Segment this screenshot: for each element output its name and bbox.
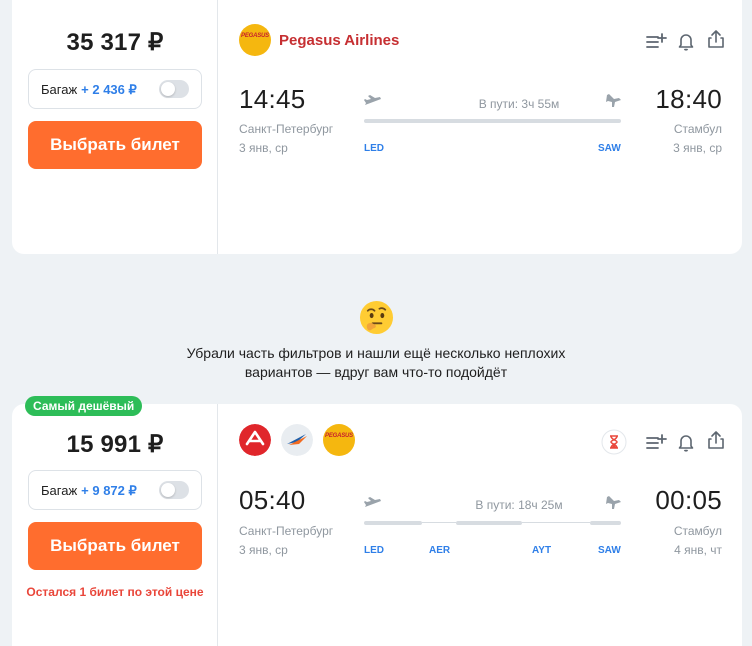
pegasus-logo: PEGASUS <box>323 424 355 456</box>
departure-time: 14:45 <box>239 84 306 114</box>
select-ticket-button[interactable]: Выбрать билет <box>28 522 202 570</box>
departure-airport-code: LED <box>364 143 384 154</box>
hourglass-icon <box>601 429 627 455</box>
offer-price-panel: 15 991 ₽ Багаж + 9 872 ₽ Выбрать билет Ос… <box>12 404 218 646</box>
flight-details: PEGASUS Pegasus Airlines 14:45 18:40 Сан… <box>219 0 742 254</box>
red-wings-logo <box>239 424 271 456</box>
layover-gap <box>522 522 590 523</box>
flight-details: PEGASUS 05:40 00:05 Санкт-Петербург Стам… <box>219 404 742 646</box>
bell-icon[interactable] <box>675 30 697 52</box>
baggage-option[interactable]: Багаж + 2 436 ₽ <box>28 69 202 109</box>
baggage-option[interactable]: Багаж + 9 872 ₽ <box>28 470 202 510</box>
tickets-remaining-warning: Остался 1 билет по этой цене <box>26 585 204 599</box>
arrival-time: 00:05 <box>655 485 722 515</box>
offer-card-1: 35 317 ₽ Багаж + 2 436 ₽ Выбрать билет PE… <box>12 0 742 254</box>
landing-icon <box>606 94 621 107</box>
ticket-price: 15 991 ₽ <box>66 431 164 458</box>
arrival-date: 3 янв, ср <box>673 141 722 155</box>
baggage-label: Багаж <box>41 82 78 97</box>
baggage-toggle[interactable] <box>159 481 189 499</box>
baggage-price: + 9 872 ₽ <box>81 483 137 498</box>
baggage-label: Багаж <box>41 483 78 498</box>
takeoff-icon <box>364 95 381 105</box>
add-to-list-icon[interactable] <box>645 30 667 52</box>
baggage-price: + 2 436 ₽ <box>81 82 137 97</box>
share-icon[interactable] <box>705 28 727 50</box>
layover-gap <box>422 522 456 523</box>
baggage-toggle[interactable] <box>159 80 189 98</box>
cheapest-badge: Самый дешёвый <box>25 396 143 416</box>
route-segment-2 <box>456 521 522 525</box>
arrival-date: 4 янв, чт <box>674 543 722 557</box>
route-line <box>364 119 621 123</box>
offer-card-2: 15 991 ₽ Багаж + 9 872 ₽ Выбрать билет Ос… <box>12 404 742 646</box>
arrival-time: 18:40 <box>655 84 722 114</box>
transfer-airport-code: AER <box>429 545 451 556</box>
route-segment-1 <box>364 521 422 525</box>
route-segment-3 <box>590 521 621 525</box>
flight-duration: В пути: 3ч 55м <box>478 97 560 111</box>
filters-relaxed-message: Убрали часть фильтров и нашли ещё нескол… <box>186 345 566 380</box>
thinking-face-icon <box>359 300 394 335</box>
departure-airport-code: LED <box>364 545 384 556</box>
departure-date: 3 янв, ср <box>239 141 288 155</box>
landing-icon <box>606 496 621 509</box>
airline-name: Pegasus Airlines <box>279 32 400 49</box>
departure-date: 3 янв, ср <box>239 543 288 557</box>
toggle-knob <box>161 82 175 96</box>
arrival-airport-code: SAW <box>598 143 621 154</box>
departure-time: 05:40 <box>239 485 306 515</box>
ticket-price: 35 317 ₽ <box>66 29 164 56</box>
offer-price-panel: 35 317 ₽ Багаж + 2 436 ₽ Выбрать билет <box>12 0 218 254</box>
share-icon[interactable] <box>705 429 727 451</box>
takeoff-icon <box>364 497 381 507</box>
arrival-city: Стамбул <box>673 524 722 538</box>
select-ticket-button[interactable]: Выбрать билет <box>28 121 202 169</box>
transfer-airport-code: AYT <box>532 545 552 556</box>
departure-city: Санкт-Петербург <box>239 122 334 136</box>
add-to-list-icon[interactable] <box>645 431 667 453</box>
flight-duration: В пути: 18ч 25м <box>475 498 563 512</box>
arrival-city: Стамбул <box>673 122 722 136</box>
arrival-airport-code: SAW <box>598 545 621 556</box>
aeroflot-logo <box>281 424 313 456</box>
pegasus-logo: PEGASUS <box>239 24 271 56</box>
toggle-knob <box>161 483 175 497</box>
departure-city: Санкт-Петербург <box>239 524 334 538</box>
bell-icon[interactable] <box>675 431 697 453</box>
